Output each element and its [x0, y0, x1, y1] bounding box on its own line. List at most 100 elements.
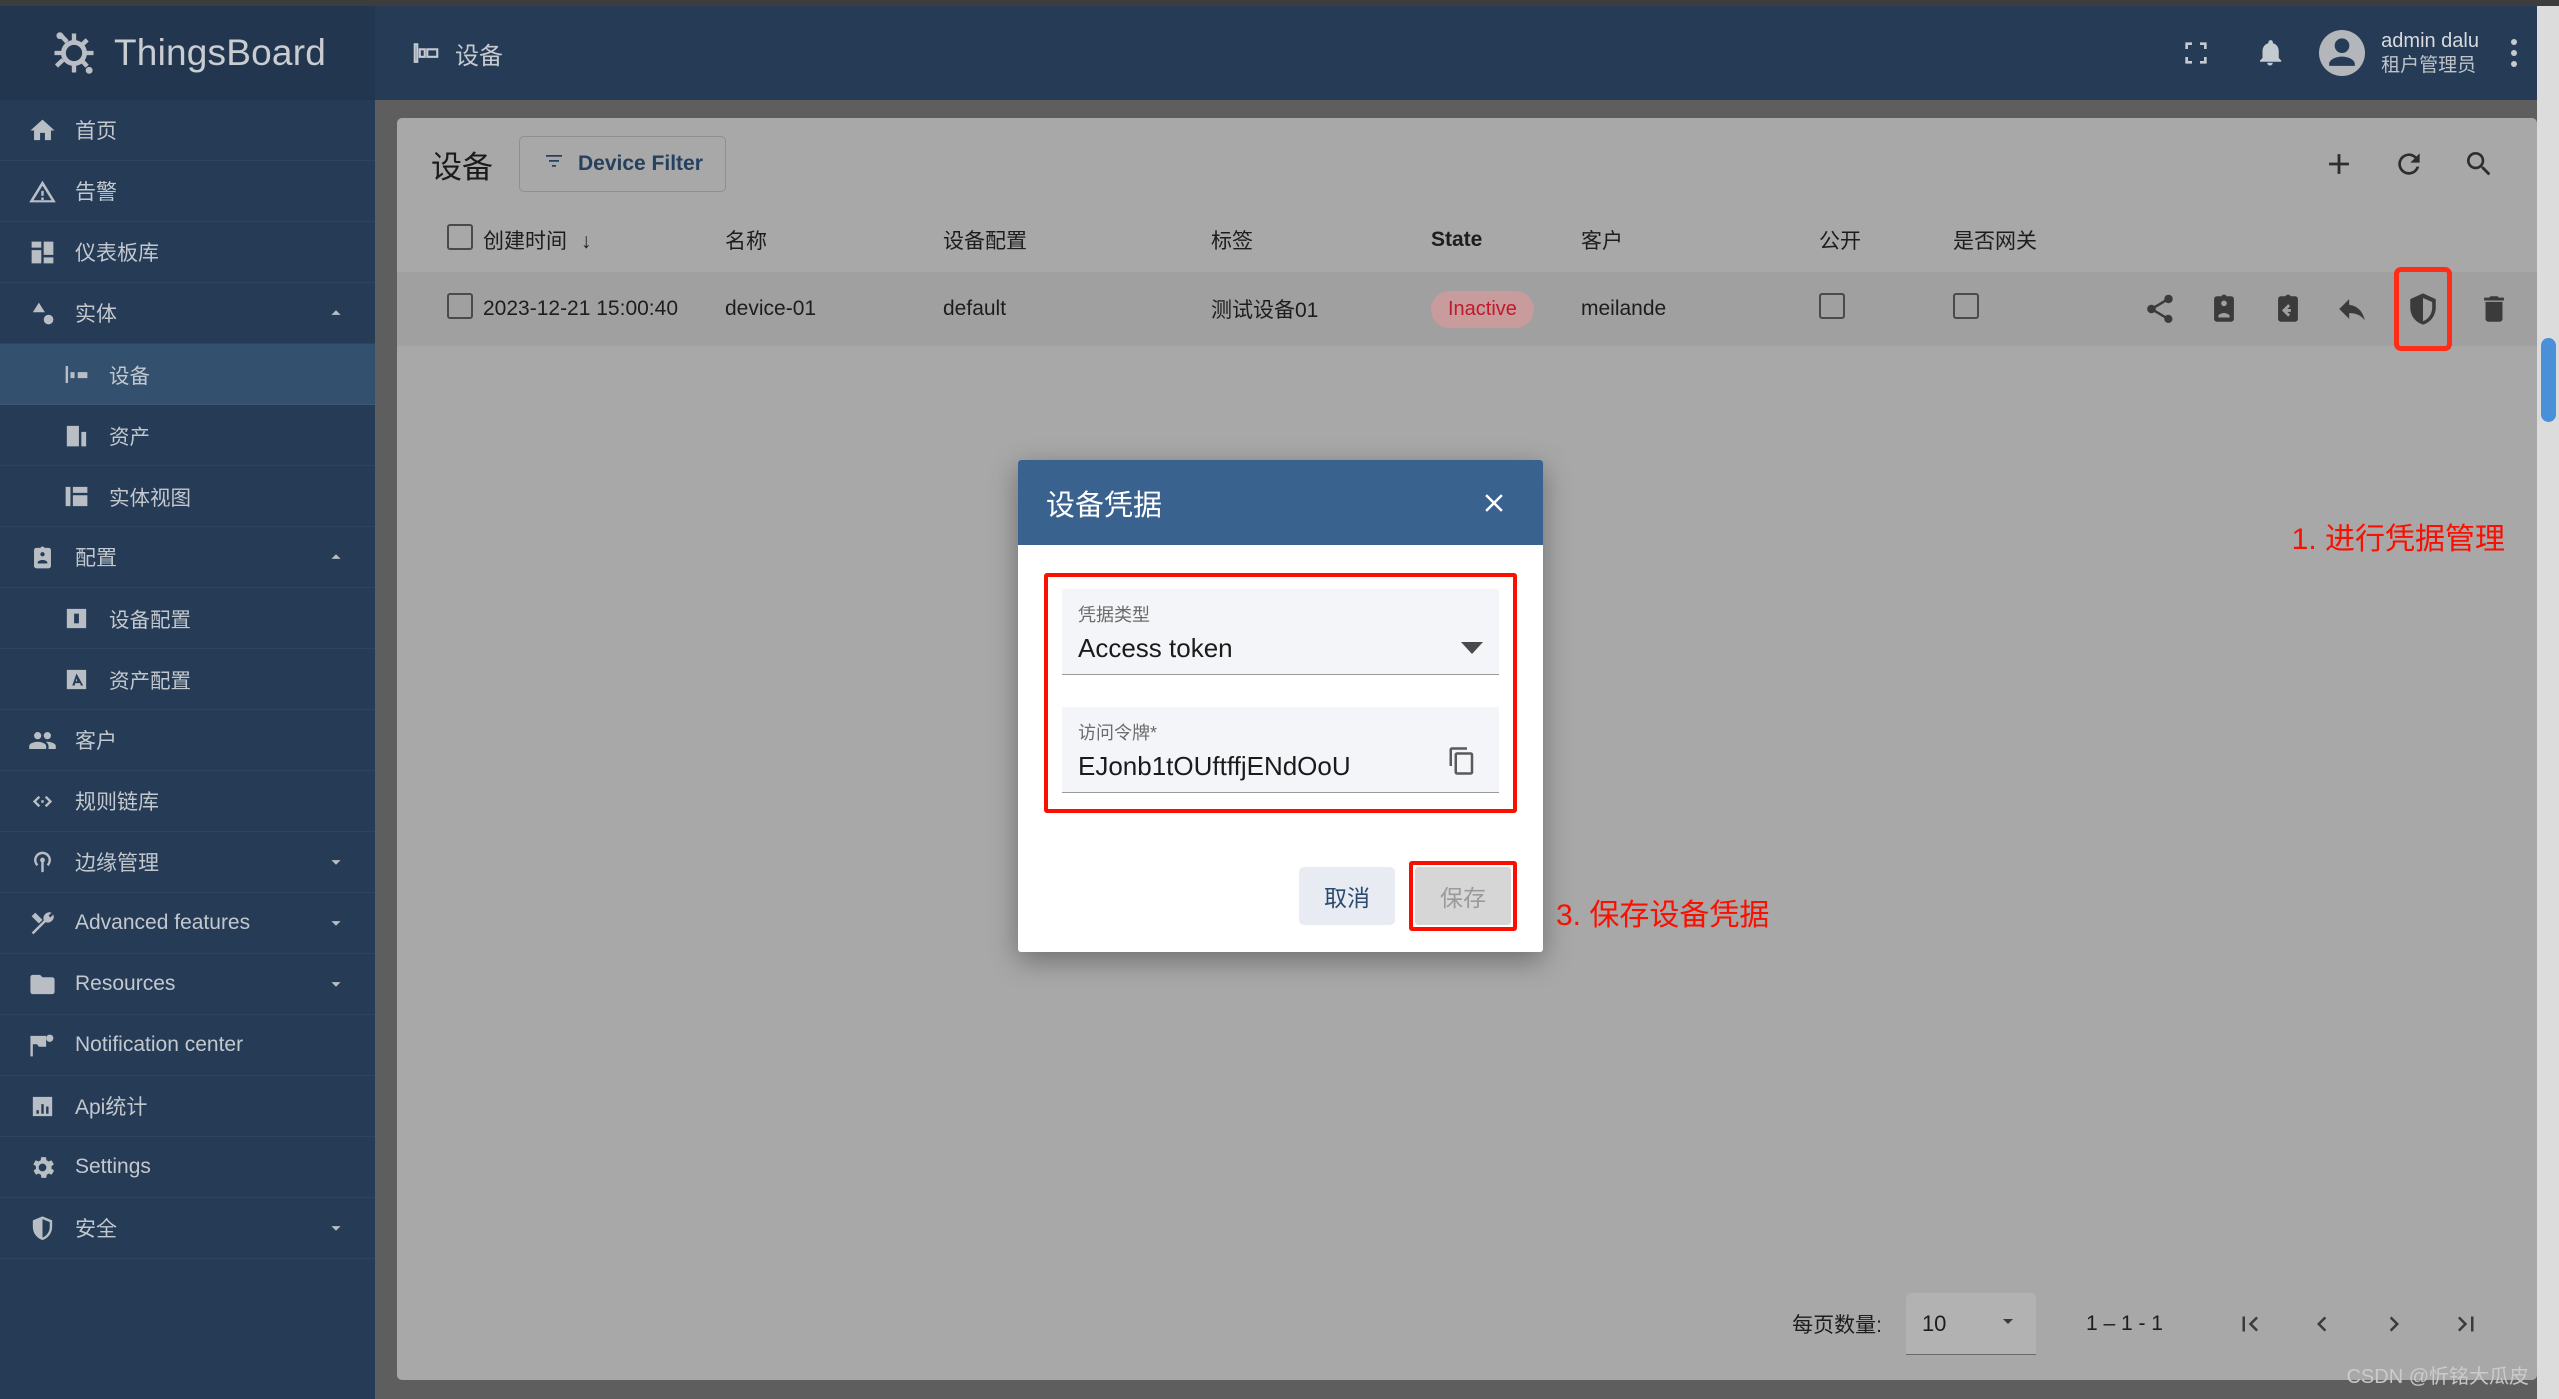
header-is-gateway[interactable]: 是否网关 [1953, 210, 2143, 272]
table-row[interactable]: 2023-12-21 15:00:40 device-01 default 测试… [397, 267, 2537, 351]
scrollbar-thumb[interactable] [2541, 338, 2556, 422]
row-select-checkbox[interactable] [447, 293, 473, 319]
access-token-value: EJonb1tOUftffjENdOoU [1078, 751, 1351, 781]
close-icon[interactable] [1473, 482, 1515, 524]
pagination: 每页数量: 10 1 – 1 - 1 [397, 1268, 2537, 1380]
sidebar-item-10[interactable]: 客户 [0, 710, 375, 771]
public-checkbox[interactable] [1819, 293, 1845, 319]
sidebar-item-11[interactable]: 规则链库 [0, 771, 375, 832]
sidebar-item-5[interactable]: 资产 [0, 405, 375, 466]
sidebar-item-6[interactable]: 实体视图 [0, 466, 375, 527]
asset-profile-icon [62, 665, 91, 694]
sidebar-item-3[interactable]: 实体 [0, 283, 375, 344]
sidebar-nav: 首页 告警 仪表板库 实体设备资产 实体视图 配置设备配置资产配置客户规则链库 边缘管理 Ad… [0, 100, 375, 1259]
sidebar-item-label: Api统计 [75, 1096, 148, 1119]
header-state[interactable]: State [1431, 210, 1581, 272]
row-checkbox-cell [397, 272, 483, 346]
header-created-time-label: 创建时间 [483, 230, 567, 253]
select-all-checkbox[interactable] [447, 224, 473, 250]
sidebar-item-8[interactable]: 设备配置 [0, 588, 375, 649]
dashboard-icon [28, 238, 57, 267]
unassign-icon[interactable] [2271, 289, 2305, 329]
per-page-label: 每页数量: [1792, 1314, 1882, 1337]
profile-icon [28, 543, 57, 572]
refresh-icon[interactable] [2385, 140, 2433, 188]
copy-icon[interactable] [1441, 740, 1483, 782]
entity-view-icon [62, 482, 91, 511]
user-menu[interactable]: admin dalu 租户管理员 [2307, 29, 2487, 78]
plus-icon[interactable] [2315, 140, 2363, 188]
shield-icon[interactable] [2394, 267, 2452, 351]
dialog-body: 凭据类型 Access token 访问令牌* EJonb1tOUftffjEN… [1018, 545, 1543, 813]
sidebar-item-12[interactable]: 边缘管理 [0, 832, 375, 893]
sidebar-item-15[interactable]: Notification center [0, 1015, 375, 1076]
sidebar-item-2[interactable]: 仪表板库 [0, 222, 375, 283]
header-select-all [397, 210, 483, 272]
cancel-button[interactable]: 取消 [1299, 867, 1395, 925]
sidebar-item-4[interactable]: 设备 [0, 344, 375, 405]
is-gateway-checkbox[interactable] [1953, 293, 1979, 319]
rule-chain-icon [28, 787, 57, 816]
sidebar-item-16[interactable]: Api统计 [0, 1076, 375, 1137]
sidebar-item-label: 客户 [75, 730, 117, 753]
sidebar-item-13[interactable]: Advanced features [0, 893, 375, 954]
more-vertical-icon[interactable] [2487, 16, 2541, 90]
table-header-row: 创建时间 ↓ 名称 设备配置 标签 State 客户 公开 是否网关 [397, 210, 2537, 272]
asset-icon [62, 421, 91, 450]
sidebar-item-9[interactable]: 资产配置 [0, 649, 375, 710]
search-icon[interactable] [2455, 140, 2503, 188]
brand-header[interactable]: ThingsBoard [0, 6, 375, 100]
header-device-profile[interactable]: 设备配置 [943, 210, 1211, 272]
sidebar-item-1[interactable]: 告警 [0, 161, 375, 222]
header-actions [2143, 210, 2537, 272]
next-page-icon[interactable] [2363, 1293, 2425, 1355]
sidebar-item-label: 设备 [109, 365, 150, 388]
chevron-down-icon [1996, 1309, 2020, 1339]
cell-state: Inactive [1431, 272, 1581, 346]
sidebar-item-7[interactable]: 配置 [0, 527, 375, 588]
cell-actions [2143, 267, 2537, 351]
access-token-field[interactable]: 访问令牌* EJonb1tOUftffjENdOoU [1062, 707, 1499, 793]
chevron-down-icon[interactable] [325, 1217, 347, 1239]
chevron-down-icon[interactable] [325, 851, 347, 873]
sidebar-item-label: Resources [75, 972, 176, 995]
sidebar-item-17[interactable]: Settings [0, 1137, 375, 1198]
share-icon[interactable] [2143, 289, 2177, 329]
fullscreen-icon[interactable] [2159, 16, 2233, 90]
chevron-down-icon[interactable] [325, 912, 347, 934]
header-name[interactable]: 名称 [725, 210, 943, 272]
delete-icon[interactable] [2477, 289, 2511, 329]
cell-device-profile: default [943, 297, 1007, 320]
dialog-title: 设备凭据 [1046, 489, 1163, 522]
edge-icon [28, 848, 57, 877]
per-page-select[interactable]: 10 [1905, 1293, 2036, 1355]
chevron-up-icon[interactable] [325, 302, 347, 324]
header-label[interactable]: 标签 [1211, 210, 1431, 272]
sidebar-item-18[interactable]: 安全 [0, 1198, 375, 1259]
reply-icon[interactable] [2335, 289, 2369, 329]
sidebar-item-0[interactable]: 首页 [0, 100, 375, 161]
page-scrollbar[interactable] [2537, 6, 2559, 1399]
prev-page-icon[interactable] [2291, 1293, 2353, 1355]
sidebar-item-label: 设备配置 [109, 609, 191, 632]
card-title: 设备 [431, 149, 493, 185]
credentials-type-select[interactable]: 凭据类型 Access token [1062, 589, 1499, 675]
device-profile-icon [62, 604, 91, 633]
sidebar-item-14[interactable]: Resources [0, 954, 375, 1015]
folder-icon [28, 970, 57, 999]
header-created-time[interactable]: 创建时间 ↓ [483, 210, 725, 272]
device-filter-button[interactable]: Device Filter [519, 136, 726, 192]
chevron-up-icon[interactable] [325, 546, 347, 568]
header-customer[interactable]: 客户 [1581, 210, 1819, 272]
chevron-down-icon[interactable] [325, 973, 347, 995]
last-page-icon[interactable] [2435, 1293, 2497, 1355]
save-button[interactable]: 保存 [1415, 867, 1511, 925]
assign-user-icon[interactable] [2207, 289, 2241, 329]
chevron-down-icon [1461, 642, 1483, 654]
sidebar-item-label: 资产配置 [109, 670, 191, 693]
first-page-icon[interactable] [2219, 1293, 2281, 1355]
header-public[interactable]: 公开 [1819, 210, 1953, 272]
cell-name: device-01 [725, 297, 817, 320]
bell-icon[interactable] [2233, 16, 2307, 90]
sidebar-item-label: Notification center [75, 1033, 244, 1056]
